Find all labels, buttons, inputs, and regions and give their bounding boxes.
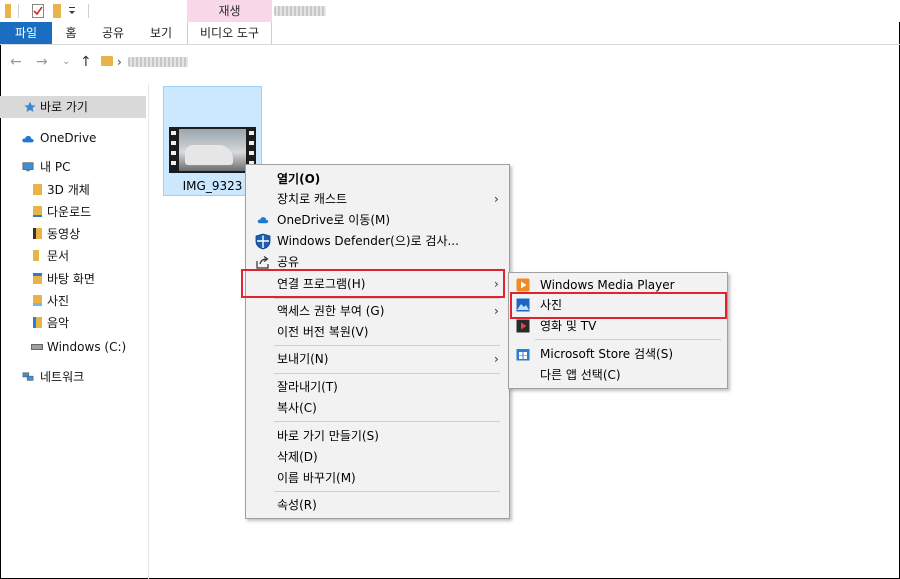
drive-icon <box>31 344 43 350</box>
nav-onedrive[interactable]: OneDrive <box>0 127 146 149</box>
open-with-submenu: Windows Media Player 사진 영화 및 TV Microsof… <box>508 272 728 389</box>
star-icon <box>24 101 36 112</box>
chevron-right-icon: › <box>494 304 499 318</box>
video-folder-icon <box>33 228 42 239</box>
video-frame-image <box>179 129 246 171</box>
store-icon <box>516 349 530 361</box>
menu-item-send-to[interactable]: 보내기(N) › <box>248 349 507 370</box>
title-bar: 재생 <box>0 0 900 22</box>
menu-separator <box>274 421 500 422</box>
desktop-folder-icon <box>33 273 42 284</box>
nav-documents[interactable]: 문서 <box>0 245 146 267</box>
tab-share[interactable]: 공유 <box>98 22 128 44</box>
folder-icon <box>101 56 113 66</box>
computer-icon <box>22 162 34 172</box>
menu-separator <box>274 345 500 346</box>
menu-separator <box>274 298 500 299</box>
film-perforation <box>249 151 254 155</box>
nav-downloads[interactable]: 다운로드 <box>0 201 146 223</box>
film-perforation <box>171 131 176 135</box>
qat-separator <box>18 4 19 18</box>
tab-video-tools[interactable]: 비디오 도구 <box>187 22 272 44</box>
film-perforation <box>171 161 176 165</box>
chevron-right-icon: › <box>494 352 499 366</box>
qat-separator <box>88 4 89 18</box>
context-menu: 열기(O) 장치로 캐스트 › OneDrive로 이동(M) Windows D… <box>245 164 510 519</box>
nav-item-label: Windows (C:) <box>47 340 127 354</box>
shield-icon <box>255 233 271 250</box>
video-thumbnail <box>169 127 256 173</box>
blurred-window-title <box>274 6 326 16</box>
nav-quick-access[interactable]: 바로 가기 <box>0 96 146 118</box>
media-player-icon <box>516 278 530 292</box>
nav-item-label: 동영상 <box>47 227 81 241</box>
nav-item-label: 바탕 화면 <box>47 272 95 286</box>
folder-icon <box>5 4 11 18</box>
documents-folder-icon <box>33 250 42 261</box>
film-perforation <box>249 141 254 145</box>
nav-item-label: 문서 <box>47 249 70 263</box>
nav-item-label: 3D 개체 <box>47 183 90 197</box>
folder-icon <box>33 184 42 195</box>
nav-item-label: 바로 가기 <box>40 100 88 114</box>
photos-highlight <box>510 292 727 319</box>
blurred-address-path <box>128 57 188 67</box>
tab-view[interactable]: 보기 <box>146 22 176 44</box>
nav-pictures[interactable]: 사진 <box>0 290 146 312</box>
car-image <box>185 145 233 165</box>
tab-file[interactable]: 파일 <box>0 22 52 44</box>
nav-item-label: 음악 <box>47 316 70 330</box>
film-perforation <box>171 151 176 155</box>
new-folder-icon[interactable] <box>53 4 61 18</box>
navigation-pane: 바로 가기 OneDrive 내 PC 3D 개체 다운로드 동영상 문서 바탕… <box>0 84 149 579</box>
properties-check-icon[interactable] <box>32 4 44 18</box>
chevron-right-icon[interactable]: › <box>117 52 122 72</box>
network-icon <box>22 372 34 381</box>
menu-item-give-access[interactable]: 액세스 권한 부여 (G) › <box>248 301 507 322</box>
nav-videos[interactable]: 동영상 <box>0 223 146 245</box>
nav-desktop[interactable]: 바탕 화면 <box>0 268 146 290</box>
nav-3d-objects[interactable]: 3D 개체 <box>0 179 146 201</box>
ribbon-tabs: 파일 홈 공유 보기 비디오 도구 <box>0 22 900 45</box>
nav-network[interactable]: 네트워크 <box>0 366 146 388</box>
up-button[interactable]: ↑ <box>80 52 92 72</box>
pictures-folder-icon <box>33 295 42 306</box>
cloud-icon <box>257 217 269 224</box>
movies-tv-icon <box>516 319 530 333</box>
tab-home[interactable]: 홈 <box>60 22 82 44</box>
film-perforation <box>171 141 176 145</box>
recent-dropdown[interactable]: ⌄ <box>62 52 70 72</box>
open-with-highlight <box>241 269 505 298</box>
forward-button[interactable]: → <box>36 52 48 72</box>
nav-item-label: 네트워크 <box>40 370 85 384</box>
nav-music[interactable]: 음악 <box>0 312 146 334</box>
nav-item-label: 내 PC <box>40 160 71 174</box>
share-icon <box>256 256 269 269</box>
music-folder-icon <box>33 317 42 328</box>
menu-item-cast[interactable]: 장치로 캐스트 › <box>248 189 507 210</box>
download-folder-icon <box>33 206 42 217</box>
nav-windows-drive[interactable]: Windows (C:) <box>0 336 146 358</box>
menu-separator <box>274 491 500 492</box>
film-perforation <box>249 131 254 135</box>
cloud-icon <box>22 135 34 143</box>
nav-item-label: 사진 <box>47 294 70 308</box>
nav-this-pc[interactable]: 내 PC <box>0 156 146 178</box>
chevron-right-icon: › <box>494 192 499 206</box>
nav-item-label: OneDrive <box>40 131 97 145</box>
nav-item-label: 다운로드 <box>47 205 92 219</box>
context-tab-header: 재생 <box>187 0 272 22</box>
customize-qat-icon[interactable] <box>68 4 76 18</box>
menu-separator <box>535 339 721 340</box>
back-button[interactable]: ← <box>10 52 22 72</box>
menu-separator <box>274 373 500 374</box>
